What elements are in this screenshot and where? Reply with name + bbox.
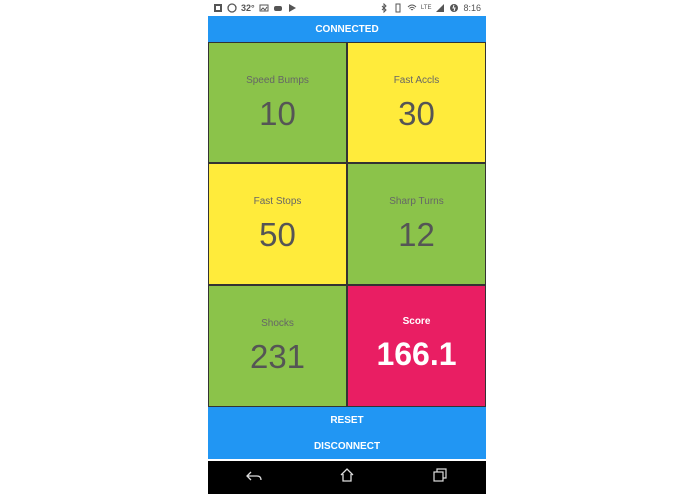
whatsapp-icon (227, 3, 237, 13)
system-nav-bar (208, 461, 486, 494)
signal-icon (435, 3, 445, 13)
tile-value: 30 (398, 95, 435, 132)
tile-value: 231 (249, 338, 306, 375)
battery-icon (449, 3, 459, 13)
tile-value: 50 (259, 216, 296, 253)
tile-fast-accls: Fast Accls 30 (347, 42, 486, 163)
home-icon (339, 468, 355, 487)
wifi-icon (407, 3, 417, 13)
play-store-icon (287, 3, 297, 13)
connection-status-bar: CONNECTED (208, 16, 486, 42)
phone-screen: 32° LTE 8:16 CONNECTED Speed Bumps 10 Fa… (208, 0, 486, 494)
connection-status-text: CONNECTED (315, 23, 379, 35)
tile-label: Shocks (261, 318, 294, 329)
disconnect-button[interactable]: DISCONNECT (208, 433, 486, 459)
tile-sharp-turns: Sharp Turns 12 (347, 163, 486, 285)
back-icon (246, 469, 262, 487)
metrics-grid: Speed Bumps 10 Fast Accls 30 Fast Stops … (208, 42, 486, 407)
vibrate-icon (393, 3, 403, 13)
image-icon (259, 3, 269, 13)
tile-value: 166.1 (376, 336, 457, 372)
clock-time: 8:16 (463, 3, 481, 13)
tile-speed-bumps: Speed Bumps 10 (208, 42, 347, 163)
tile-value: 10 (259, 95, 296, 132)
recents-icon (433, 468, 447, 487)
tile-fast-stops: Fast Stops 50 (208, 163, 347, 285)
tile-label: Score (402, 316, 431, 327)
tile-shocks: Shocks 231 (208, 285, 347, 407)
bluetooth-icon (379, 2, 389, 14)
back-button[interactable] (239, 468, 269, 488)
network-type: LTE (420, 5, 432, 11)
temperature-text: 32° (241, 3, 255, 13)
tile-label: Speed Bumps (246, 75, 309, 86)
home-button[interactable] (332, 468, 362, 488)
recents-button[interactable] (425, 468, 455, 488)
tile-label: Fast Stops (253, 196, 302, 207)
status-bar: 32° LTE 8:16 (208, 0, 486, 16)
tile-score: Score 166.1 (347, 285, 486, 407)
tile-label: Fast Accls (393, 75, 440, 86)
app-icon (213, 3, 223, 13)
tile-label: Sharp Turns (389, 196, 444, 207)
reset-button[interactable]: RESET (208, 407, 486, 433)
tile-value: 12 (398, 216, 435, 253)
game-icon (273, 3, 283, 13)
